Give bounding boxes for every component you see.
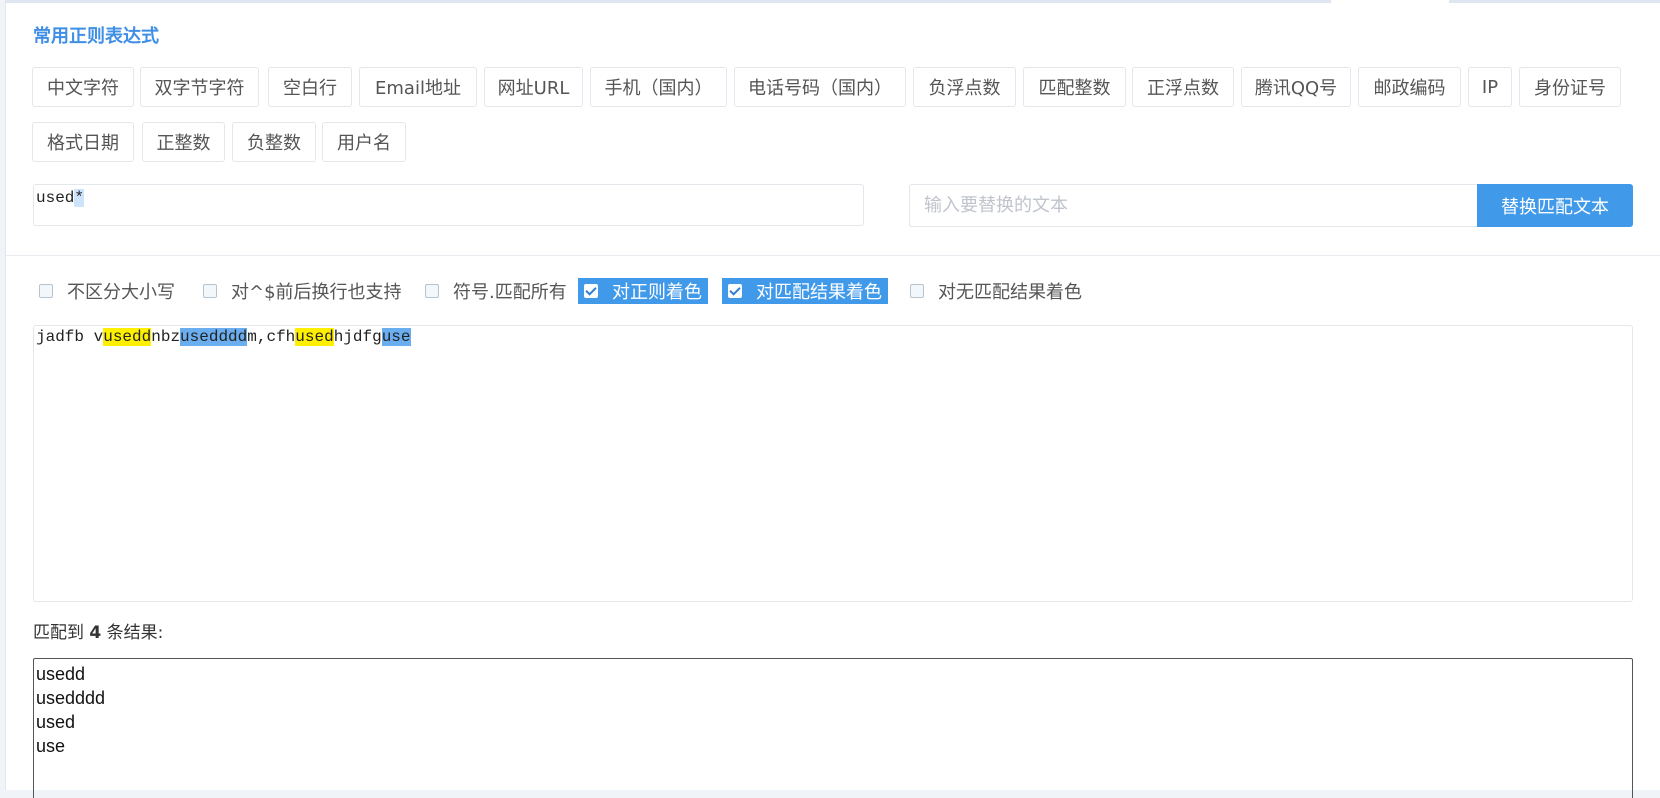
results-textarea[interactable]: usedd usedddd used use [33, 658, 1633, 798]
option-multiline[interactable]: 对^$前后换行也支持 [197, 278, 402, 304]
checkbox-icon[interactable] [425, 284, 439, 298]
test-text-area[interactable]: jadfb vuseddnbzuseddddm,cfhusedhjdfguse [33, 325, 1633, 602]
result-item: usedd [36, 664, 86, 684]
result-item: usedddd [36, 688, 106, 708]
result-suffix: 条结果: [106, 623, 164, 643]
preset-negative-integer[interactable]: 负整数 [232, 122, 316, 162]
match-highlight: used [295, 328, 334, 346]
checkbox-icon[interactable] [203, 284, 217, 298]
active-tab-indicator [1331, 0, 1449, 4]
preset-qq[interactable]: 腾讯QQ号 [1241, 67, 1351, 107]
preset-id-card[interactable]: 身份证号 [1519, 67, 1621, 107]
text-segment: hjdfg [333, 328, 382, 346]
option-case-insensitive[interactable]: 不区分大小写 [33, 278, 175, 304]
preset-chinese-chars[interactable]: 中文字符 [32, 67, 134, 107]
preset-mobile[interactable]: 手机（国内） [590, 67, 727, 107]
regex-selected-text: * [74, 189, 85, 207]
option-label: 对匹配结果着色 [756, 282, 882, 303]
match-highlight: usedddd [180, 328, 248, 346]
preset-integer[interactable]: 匹配整数 [1023, 67, 1126, 107]
regex-input[interactable]: used* [33, 184, 864, 226]
result-prefix: 匹配到 [33, 623, 84, 643]
option-label: 不区分大小写 [67, 282, 175, 303]
match-highlight: usedd [103, 328, 152, 346]
preset-username[interactable]: 用户名 [322, 122, 406, 162]
preset-email[interactable]: Email地址 [359, 67, 477, 107]
replace-matches-button[interactable]: 替换匹配文本 [1477, 184, 1633, 227]
match-highlight: use [381, 328, 411, 346]
preset-positive-integer[interactable]: 正整数 [142, 122, 225, 162]
preset-double-byte[interactable]: 双字节字符 [140, 67, 259, 107]
section-divider [6, 255, 1660, 256]
checkbox-checked-icon[interactable] [728, 284, 742, 298]
option-label: 对^$前后换行也支持 [231, 282, 402, 303]
preset-date-format[interactable]: 格式日期 [32, 122, 134, 162]
preset-postal-code[interactable]: 邮政编码 [1358, 67, 1461, 107]
option-color-regex[interactable]: 对正则着色 [578, 278, 708, 304]
option-label: 对无匹配结果着色 [938, 282, 1082, 303]
match-count: 4 [89, 623, 102, 643]
regex-tool-panel: 常用正则表达式 中文字符 双字节字符 空白行 Email地址 网址URL 手机（… [5, 0, 1660, 798]
replace-text-input[interactable] [909, 184, 1478, 227]
checkbox-icon[interactable] [39, 284, 53, 298]
result-item: used [36, 712, 76, 732]
checkbox-icon[interactable] [910, 284, 924, 298]
section-title: 常用正则表达式 [33, 26, 159, 47]
text-segment: jadfb v [36, 328, 104, 346]
text-segment: nbz [151, 328, 181, 346]
regex-text: used [36, 189, 75, 207]
option-color-matches[interactable]: 对匹配结果着色 [722, 278, 888, 304]
preset-phone[interactable]: 电话号码（国内） [734, 67, 906, 107]
option-label: 对正则着色 [612, 282, 702, 303]
result-item: use [36, 736, 66, 756]
preset-blank-line[interactable]: 空白行 [268, 67, 352, 107]
text-segment: m,cfh [247, 328, 296, 346]
option-color-no-match[interactable]: 对无匹配结果着色 [904, 278, 1082, 304]
match-count-label: 匹配到 4 条结果: [33, 618, 163, 643]
option-dot-all[interactable]: 符号.匹配所有 [419, 278, 567, 304]
option-label: 符号.匹配所有 [453, 282, 567, 303]
preset-positive-float[interactable]: 正浮点数 [1132, 67, 1234, 107]
checkbox-checked-icon[interactable] [584, 284, 598, 298]
preset-url[interactable]: 网址URL [484, 67, 583, 107]
preset-negative-float[interactable]: 负浮点数 [913, 67, 1016, 107]
preset-ip[interactable]: IP [1468, 67, 1512, 107]
